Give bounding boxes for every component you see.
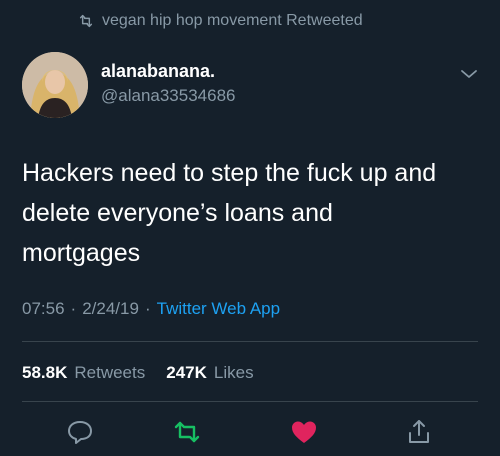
share-icon (409, 420, 429, 443)
retweets-label[interactable]: Retweets (74, 363, 145, 383)
reply-icon (68, 421, 92, 444)
divider (22, 401, 478, 402)
tweet-text-line: delete everyone’s loans and (22, 199, 333, 227)
tweet-source-link[interactable]: Twitter Web App (157, 299, 280, 319)
tweet-text-line: Hackers need to step the fuck up and (22, 159, 437, 187)
user-handle[interactable]: @alana33534686 (101, 85, 236, 107)
divider (22, 341, 478, 342)
reply-button[interactable] (66, 418, 94, 446)
avatar-image (22, 52, 88, 118)
retweet-context[interactable]: vegan hip hop movement Retweeted (78, 12, 363, 30)
retweet-icon (174, 421, 200, 443)
like-button[interactable] (290, 418, 318, 446)
retweet-button[interactable] (173, 418, 201, 446)
meta-separator: · (70, 299, 77, 318)
tweet-detail: vegan hip hop movement Retweeted alanaba… (0, 0, 500, 456)
likes-count[interactable]: 247K (166, 363, 207, 383)
engagement-stats: 58.8K Retweets 247K Likes (22, 363, 268, 383)
meta-separator: · (144, 299, 151, 318)
author-block[interactable]: alanabanana. @alana33534686 (101, 60, 236, 107)
share-button[interactable] (405, 418, 433, 446)
retweet-icon (79, 14, 93, 28)
tweet-date[interactable]: 2/24/19 (82, 299, 139, 319)
likes-label[interactable]: Likes (214, 363, 254, 383)
heart-icon (292, 421, 316, 443)
avatar[interactable] (22, 52, 88, 118)
chevron-down-icon[interactable] (460, 68, 478, 80)
tweet-text: Hackers need to step the fuck up and del… (22, 153, 482, 273)
tweet-meta: 07:56 · 2/24/19 · Twitter Web App (22, 299, 280, 319)
display-name[interactable]: alanabanana. (101, 60, 236, 82)
retweets-count[interactable]: 58.8K (22, 363, 67, 383)
retweet-context-text: vegan hip hop movement Retweeted (102, 12, 363, 29)
tweet-time[interactable]: 07:56 (22, 299, 65, 319)
tweet-text-line: mortgages (22, 239, 141, 267)
